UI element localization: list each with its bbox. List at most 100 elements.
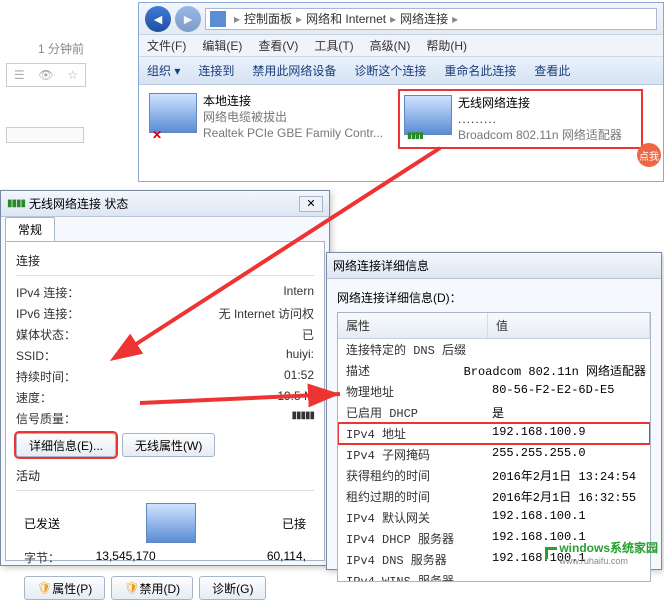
- left-fragment: 1 分钟前 ☰👁☆: [0, 36, 90, 166]
- val-cell: 80-56-F2-E2-6D-E5: [488, 383, 650, 400]
- tab-pane: 连接 IPv4 连接：Intern IPv6 连接：无 Internet 访问权…: [5, 241, 325, 561]
- logo-icon: [545, 547, 557, 559]
- bytes-label: 字节：: [24, 549, 60, 566]
- table-row[interactable]: IPv4 子网掩码255.255.255.0: [338, 444, 650, 465]
- props-button[interactable]: 🛡属性(P): [24, 576, 105, 600]
- duration-value: 01:52: [284, 368, 314, 385]
- diagnose-button[interactable]: 诊断(G): [199, 576, 266, 600]
- menu-tools[interactable]: 工具(T): [314, 37, 353, 54]
- back-button[interactable]: ◄: [145, 6, 171, 32]
- details-dialog: 网络连接详细信息 网络连接详细信息(D)： 属性 值 连接特定的 DNS 后缀描…: [326, 252, 662, 570]
- tool-organize[interactable]: 组织 ▾: [147, 62, 180, 79]
- details-subtitle: 网络连接详细信息(D)：: [337, 289, 651, 306]
- ipv6-label: IPv6 连接：: [16, 305, 79, 322]
- click-badge[interactable]: 点我: [637, 143, 661, 167]
- prop-cell: 租约过期的时间: [338, 488, 488, 505]
- val-cell: 192.168.100.1: [488, 509, 650, 526]
- address-bar[interactable]: ▸ 控制面板▸ 网络和 Internet▸ 网络连接▸: [205, 8, 657, 30]
- prop-cell: 已启用 DHCP: [338, 404, 488, 421]
- table-row[interactable]: IPv4 WINS 服务器: [338, 570, 650, 582]
- val-cell: [488, 572, 650, 582]
- status-dialog: ▮▮▮▮ 无线网络连接 状态 ✕ 常规 连接 IPv4 连接：Intern IPv…: [0, 190, 330, 566]
- forward-button[interactable]: ►: [175, 6, 201, 32]
- tool-view[interactable]: 查看此: [534, 62, 570, 79]
- table-row[interactable]: 连接特定的 DNS 后缀: [338, 339, 650, 360]
- menu-view[interactable]: 查看(V): [258, 37, 298, 54]
- crumb-1[interactable]: 网络和 Internet: [306, 10, 386, 27]
- tool-connect[interactable]: 连接到: [198, 62, 234, 79]
- prop-cell: IPv4 DNS 服务器: [338, 551, 488, 568]
- watermark: windows系统家园 www.ruhaifu.com: [545, 539, 658, 566]
- quality-bars: ▮▮▮▮▮: [291, 410, 314, 427]
- ipv4-value: Intern: [283, 284, 314, 301]
- status-title: 无线网络连接 状态: [29, 195, 128, 212]
- tool-diagnose[interactable]: 诊断这个连接: [354, 62, 426, 79]
- menu-file[interactable]: 文件(F): [147, 37, 186, 54]
- mini-toolbar: ☰👁☆: [6, 63, 86, 87]
- table-row[interactable]: 获得租约的时间2016年2月1日 13:24:54: [338, 465, 650, 486]
- table-row[interactable]: IPv4 默认网关192.168.100.1: [338, 507, 650, 528]
- crumb-2[interactable]: 网络连接: [400, 10, 448, 27]
- prop-cell: IPv4 DHCP 服务器: [338, 530, 488, 547]
- connection-wireless[interactable]: 无线网络连接 ......... Broadcom 802.11n 网络适配器: [398, 89, 643, 149]
- conn1-status: 网络电缆被拔出: [203, 109, 383, 125]
- duration-label: 持续时间：: [16, 368, 76, 385]
- crumb-0[interactable]: 控制面板: [244, 10, 292, 27]
- toolbar: 组织 ▾ 连接到 禁用此网络设备 诊断这个连接 重命名此连接 查看此: [139, 57, 663, 85]
- speed-value: 19.5 M: [277, 389, 314, 406]
- recv-label: 已接: [282, 515, 306, 532]
- divider: [6, 127, 84, 143]
- val-cell: 是: [488, 404, 650, 421]
- monitor-icon: [404, 95, 452, 135]
- network-icon: [210, 11, 226, 27]
- prop-cell: 连接特定的 DNS 后缀: [338, 341, 488, 358]
- conn1-adapter: Realtek PCIe GBE Family Contr...: [203, 125, 383, 141]
- monitor-icon: [149, 93, 197, 133]
- val-cell: [488, 341, 650, 358]
- table-row[interactable]: IPv4 地址192.168.100.9: [338, 423, 650, 444]
- recv-value: 60,114,: [267, 549, 306, 566]
- col-value[interactable]: 值: [488, 313, 650, 338]
- media-value: 已: [302, 326, 314, 343]
- menu-advanced[interactable]: 高级(N): [370, 37, 411, 54]
- explorer-window: ◄ ► ▸ 控制面板▸ 网络和 Internet▸ 网络连接▸ 文件(F) 编辑…: [138, 2, 664, 182]
- table-row[interactable]: 已启用 DHCP是: [338, 402, 650, 423]
- prop-cell: IPv4 WINS 服务器: [338, 572, 488, 582]
- sent-value: 13,545,170: [96, 549, 156, 566]
- wifi-props-button[interactable]: 无线属性(W): [122, 433, 215, 457]
- media-label: 媒体状态：: [16, 326, 76, 343]
- tab-general[interactable]: 常规: [5, 217, 55, 241]
- signal-icon: ▮▮▮▮: [7, 198, 25, 209]
- sent-label: 已发送: [24, 515, 60, 532]
- close-button[interactable]: ✕: [299, 196, 323, 212]
- details-title: 网络连接详细信息: [333, 257, 429, 274]
- details-titlebar: 网络连接详细信息: [327, 253, 661, 279]
- prop-cell: 物理地址: [338, 383, 488, 400]
- nav-bar: ◄ ► ▸ 控制面板▸ 网络和 Internet▸ 网络连接▸: [139, 3, 663, 35]
- conn1-title: 本地连接: [203, 93, 383, 109]
- menu-help[interactable]: 帮助(H): [426, 37, 467, 54]
- menu-edit[interactable]: 编辑(E): [202, 37, 242, 54]
- val-cell: 255.255.255.0: [488, 446, 650, 463]
- table-row[interactable]: 租约过期的时间2016年2月1日 16:32:55: [338, 486, 650, 507]
- col-property[interactable]: 属性: [338, 313, 488, 338]
- section-activity: 活动: [16, 467, 314, 484]
- conn2-title: 无线网络连接: [458, 95, 622, 111]
- conn2-adapter: Broadcom 802.11n 网络适配器: [458, 127, 622, 143]
- ssid-label: SSID：: [16, 347, 56, 364]
- prop-cell: IPv4 默认网关: [338, 509, 488, 526]
- ssid-value: huiyi:: [286, 347, 314, 364]
- explorer-body: 本地连接 网络电缆被拔出 Realtek PCIe GBE Family Con…: [139, 85, 663, 153]
- table-row[interactable]: 物理地址80-56-F2-E2-6D-E5: [338, 381, 650, 402]
- connection-local[interactable]: 本地连接 网络电缆被拔出 Realtek PCIe GBE Family Con…: [145, 89, 390, 149]
- tool-disable[interactable]: 禁用此网络设备: [252, 62, 336, 79]
- disable-button[interactable]: 🛡禁用(D): [111, 576, 193, 600]
- tool-rename[interactable]: 重命名此连接: [444, 62, 516, 79]
- table-row[interactable]: 描述Broadcom 802.11n 网络适配器: [338, 360, 650, 381]
- details-button[interactable]: 详细信息(E)...: [16, 433, 116, 457]
- shield-icon: 🛡: [37, 581, 52, 595]
- val-cell: 2016年2月1日 13:24:54: [488, 467, 650, 484]
- activity-icon: [146, 503, 196, 543]
- prop-cell: 获得租约的时间: [338, 467, 488, 484]
- prop-cell: IPv4 子网掩码: [338, 446, 488, 463]
